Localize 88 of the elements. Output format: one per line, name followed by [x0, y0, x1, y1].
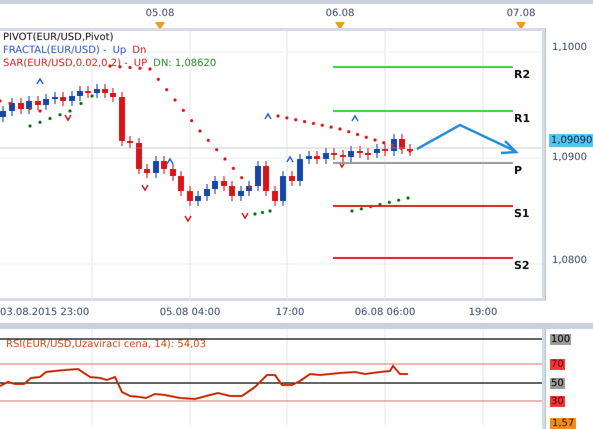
rsi-value-label: 1,57	[550, 418, 576, 429]
candle	[340, 150, 346, 163]
down-label: DN: 1,08620	[153, 57, 216, 70]
up-label: Up	[112, 44, 126, 58]
rsi-level-label: 100	[550, 334, 572, 345]
time-label: 05.08 04:00	[160, 307, 220, 318]
date-marker-icon	[335, 22, 345, 30]
fractal-up-icon	[264, 112, 272, 120]
price-label: 1,0900	[552, 152, 587, 164]
candle	[238, 186, 244, 202]
candle	[35, 96, 41, 111]
candle	[348, 146, 354, 163]
candle	[374, 144, 380, 159]
current-price-label: 1,09090	[549, 134, 593, 148]
time-label: 03.08.2015 23:00	[0, 307, 90, 318]
candle	[187, 186, 193, 207]
candle	[77, 86, 83, 102]
candle	[178, 170, 184, 197]
fractal-up-icon	[166, 158, 174, 165]
candle	[43, 94, 49, 111]
date-marker-icon	[516, 22, 526, 30]
candle	[69, 90, 75, 107]
candle	[399, 134, 405, 155]
candle	[212, 176, 218, 195]
candle	[102, 84, 108, 99]
candle	[94, 84, 100, 99]
time-label: 06.08 06:00	[354, 307, 416, 318]
candle	[85, 86, 91, 99]
candle	[26, 96, 32, 115]
candle	[221, 176, 227, 192]
fractal-up-icon	[351, 114, 359, 122]
candle	[289, 170, 295, 187]
candle	[272, 186, 278, 207]
candle	[60, 92, 66, 107]
rsi-level-label: 30	[550, 396, 565, 407]
candle	[297, 154, 303, 187]
indicator-label: FRACTAL(EUR/USD) -	[3, 44, 107, 58]
candle	[153, 156, 159, 179]
candle	[314, 150, 320, 165]
date-label: 05.08	[146, 8, 174, 19]
indicator-label: PIVOT(EUR/USD,Pivot)	[3, 31, 114, 44]
pivot-label: S1	[514, 207, 530, 220]
candle	[170, 164, 176, 182]
candle	[204, 184, 210, 202]
candle	[127, 136, 133, 149]
candle	[382, 144, 388, 157]
pivot-label: P	[514, 164, 522, 178]
candle	[229, 180, 235, 202]
candle	[365, 148, 371, 161]
candle	[161, 156, 167, 175]
fractal-up-icon	[286, 156, 294, 163]
candle	[263, 160, 269, 197]
candle	[136, 138, 142, 175]
candle	[357, 146, 363, 159]
price-label: 1,1000	[552, 42, 587, 54]
candle	[110, 88, 116, 103]
candle	[195, 190, 201, 207]
fractal-down-icon	[241, 212, 249, 220]
fractal-up-icon	[36, 78, 44, 85]
price-label: 1,0800	[552, 255, 587, 266]
indicator-label: SAR(EUR/USD,0.02,0.2) -	[3, 57, 128, 70]
down-label: Dn	[132, 44, 146, 58]
candle	[144, 164, 150, 179]
rsi-title: RSI(EUR/USD,Uzavírací cena, 14): 54,03	[6, 339, 206, 350]
candle	[0, 106, 6, 123]
rsi-level-label: 70	[550, 359, 565, 370]
candle	[323, 148, 329, 165]
candle	[306, 150, 312, 165]
date-label: 06.08	[326, 8, 354, 19]
fractal-down-icon	[64, 114, 72, 122]
date-label: 07.08	[506, 8, 536, 19]
time-label: 17:00	[276, 307, 304, 318]
fractal-down-icon	[141, 184, 149, 192]
forecast-arrow-icon	[416, 124, 519, 154]
candle	[280, 170, 286, 207]
candle	[52, 92, 58, 105]
pivot-label: S2	[514, 259, 530, 272]
date-marker-icon	[155, 22, 165, 30]
fractal-down-icon	[184, 216, 192, 223]
time-label: 19:00	[468, 307, 498, 318]
up-label: UP	[134, 57, 148, 70]
candle	[331, 148, 337, 161]
pivot-label: R2	[514, 68, 530, 82]
candle	[255, 160, 261, 192]
candle	[119, 92, 125, 147]
pivot-label: R1	[514, 112, 530, 126]
candle	[9, 98, 15, 117]
rsi-level-label: 50	[550, 378, 565, 389]
